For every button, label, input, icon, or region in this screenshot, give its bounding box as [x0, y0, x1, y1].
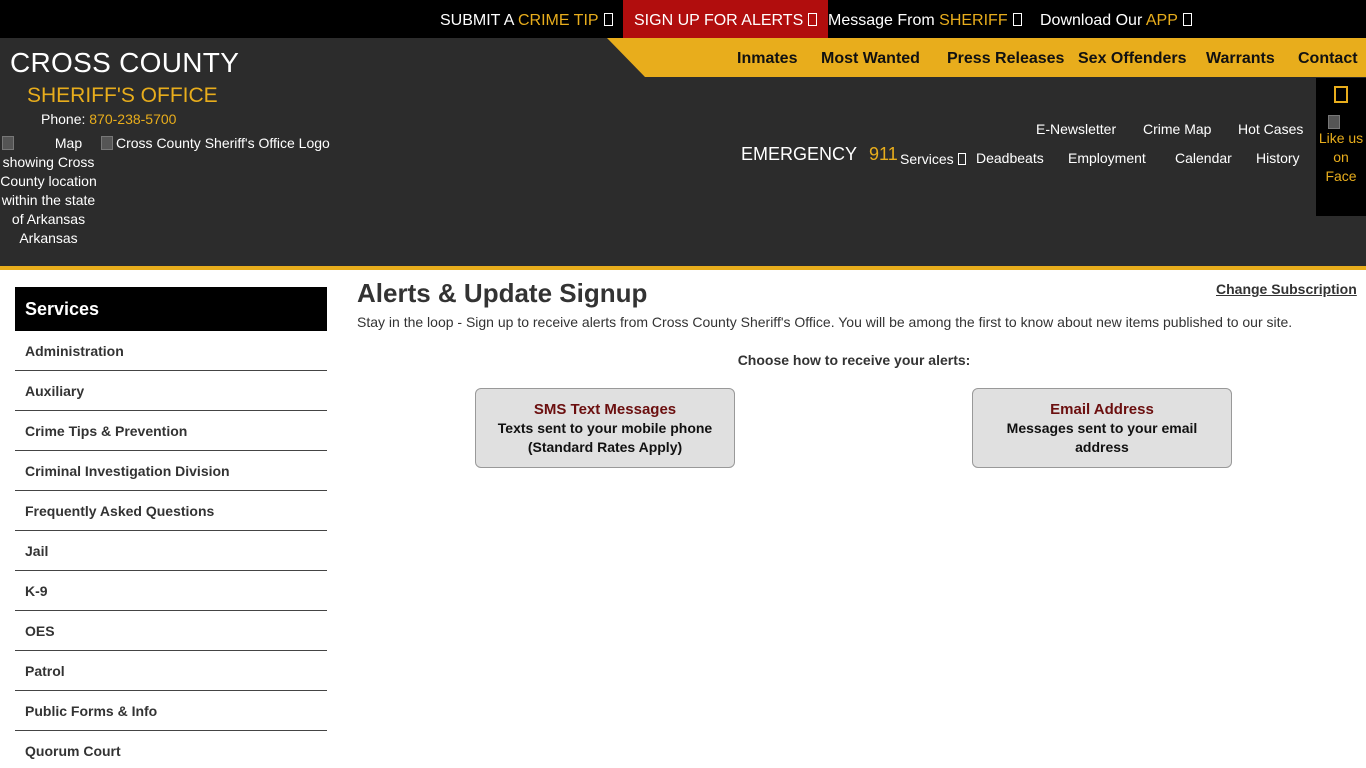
choose-method-label: Choose how to receive your alerts: — [737, 352, 971, 368]
intro-text: Stay in the loop - Sign up to receive al… — [357, 314, 1293, 330]
sms-description: Texts sent to your mobile phone (Standar… — [497, 420, 713, 455]
bell-icon — [808, 13, 818, 26]
nav-e-newsletter[interactable]: E-Newsletter — [1036, 121, 1116, 137]
header-divider — [0, 266, 1366, 270]
broken-image-icon — [1328, 115, 1340, 129]
nav-sex-offenders[interactable]: Sex Offenders — [1078, 38, 1186, 77]
nav-employment[interactable]: Employment — [1068, 150, 1146, 166]
nav-history[interactable]: History — [1256, 150, 1300, 166]
download-app-link[interactable]: Download Our APP — [1040, 0, 1192, 38]
sms-signup-button[interactable]: SMS Text Messages Texts sent to your mob… — [475, 388, 735, 468]
sidebar-item-quorum-court[interactable]: Quorum Court — [15, 731, 327, 768]
site-subtitle[interactable]: SHERIFF'S OFFICE — [27, 84, 218, 108]
nav-hot-cases[interactable]: Hot Cases — [1238, 121, 1303, 137]
sidebar-heading: Services — [15, 287, 327, 331]
services-label: Services — [900, 151, 954, 167]
sidebar-item-jail[interactable]: Jail — [15, 531, 327, 571]
email-signup-button[interactable]: Email Address Messages sent to your emai… — [972, 388, 1232, 468]
nav-most-wanted[interactable]: Most Wanted — [821, 38, 920, 77]
services-sidebar: Services Administration Auxiliary Crime … — [15, 287, 327, 768]
sidebar-item-cid[interactable]: Criminal Investigation Division — [15, 451, 327, 491]
sidebar-item-crime-tips[interactable]: Crime Tips & Prevention — [15, 411, 327, 451]
emergency-number[interactable]: 911 — [869, 144, 898, 164]
page-title: Alerts & Update Signup — [357, 278, 648, 308]
change-subscription-link[interactable]: Change Subscription — [1216, 281, 1357, 297]
sidebar-item-k9[interactable]: K-9 — [15, 571, 327, 611]
top-bar: SUBMIT A CRIME TIP SIGN UP FOR ALERTS Me… — [0, 0, 1366, 38]
sheriff-message-highlight: SHERIFF — [939, 12, 1008, 29]
nav-warrants[interactable]: Warrants — [1206, 38, 1275, 77]
sidebar-item-public-forms[interactable]: Public Forms & Info — [15, 691, 327, 731]
nav-press-releases[interactable]: Press Releases — [947, 38, 1064, 77]
phone-line: Phone: 870-238-5700 — [41, 111, 176, 127]
phone-label: Phone: — [41, 111, 86, 127]
emergency-label: EMERGENCY — [741, 144, 858, 164]
sheriff-logo-image[interactable]: Cross County Sheriff's Office Logo — [101, 135, 330, 151]
app-prefix: Download Our — [1040, 12, 1143, 29]
crime-tip-highlight: CRIME TIP — [517, 12, 599, 29]
site-title[interactable]: CROSS COUNTY — [10, 47, 239, 79]
nav-calendar[interactable]: Calendar — [1175, 150, 1232, 166]
facebook-like-link[interactable]: Like us on Face — [1316, 115, 1366, 186]
message-from-sheriff-link[interactable]: Message From SHERIFF — [828, 0, 1022, 38]
email-title: Email Address — [1050, 401, 1154, 418]
facebook-icon[interactable] — [1334, 86, 1348, 103]
submit-crime-tip-link[interactable]: SUBMIT A CRIME TIP — [440, 0, 613, 38]
sidebar-item-auxiliary[interactable]: Auxiliary — [15, 371, 327, 411]
logo-alt-text: Cross County Sheriff's Office Logo — [116, 135, 330, 151]
mobile-icon — [1182, 13, 1192, 26]
main-nav: Inmates Most Wanted Press Releases Sex O… — [607, 38, 1366, 77]
email-description: Messages sent to your email address — [1006, 420, 1198, 455]
message-icon — [1012, 13, 1022, 26]
nav-inmates[interactable]: Inmates — [737, 38, 797, 77]
map-alt-text: Map showing Cross County location within… — [0, 135, 97, 227]
sidebar-item-faq[interactable]: Frequently Asked Questions — [15, 491, 327, 531]
crime-tip-prefix: SUBMIT A — [440, 12, 514, 29]
alerts-label: SIGN UP FOR ALERTS — [634, 12, 804, 29]
sidebar-item-patrol[interactable]: Patrol — [15, 651, 327, 691]
emergency-line: EMERGENCY 911 — [741, 144, 898, 165]
external-link-icon — [603, 13, 613, 26]
sign-up-alerts-link[interactable]: SIGN UP FOR ALERTS — [623, 0, 829, 38]
map-caption: Arkansas — [19, 230, 78, 246]
sidebar-item-oes[interactable]: OES — [15, 611, 327, 651]
nav-services-dropdown[interactable]: Services — [900, 151, 966, 167]
sheriff-message-prefix: Message From — [828, 12, 935, 29]
sidebar-item-administration[interactable]: Administration — [15, 331, 327, 371]
site-header: CROSS COUNTY SHERIFF'S OFFICE Phone: 870… — [0, 38, 1366, 266]
chevron-down-icon — [957, 153, 966, 165]
app-highlight: APP — [1145, 12, 1178, 29]
facebook-panel: Like us on Face — [1316, 78, 1366, 216]
county-map-image: Map showing Cross County location within… — [0, 134, 97, 248]
broken-image-icon — [101, 136, 113, 150]
facebook-label: Like us on Face — [1318, 130, 1364, 184]
nav-deadbeats[interactable]: Deadbeats — [976, 150, 1044, 166]
nav-contact[interactable]: Contact — [1298, 38, 1358, 77]
broken-image-icon — [2, 136, 14, 150]
nav-crime-map[interactable]: Crime Map — [1143, 121, 1211, 137]
sms-title: SMS Text Messages — [533, 401, 677, 418]
phone-number-link[interactable]: 870-238-5700 — [89, 111, 176, 127]
